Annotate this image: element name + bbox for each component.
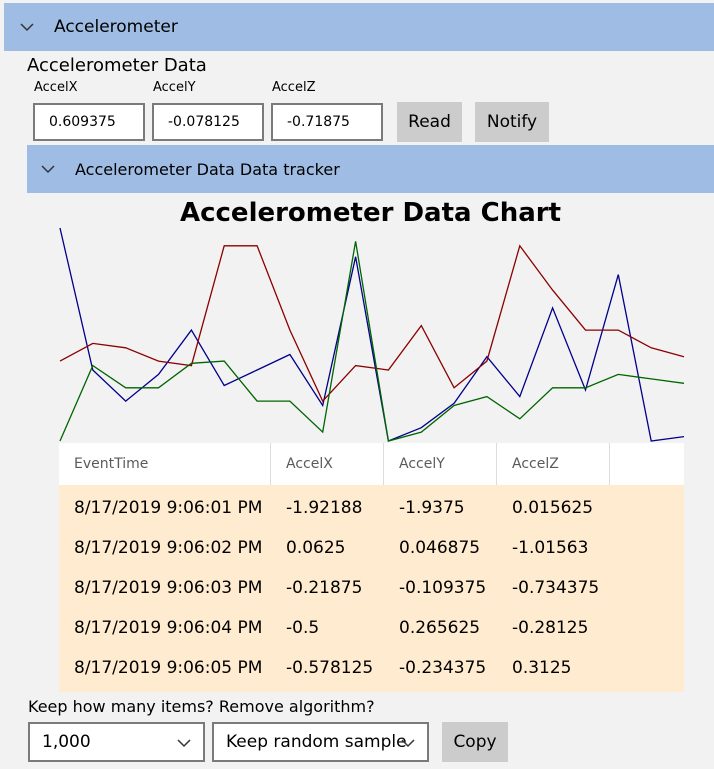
accely-cell: 0.046875 [399,538,481,558]
accely-cell: -0.234375 [399,658,487,678]
accely-cell: 0.265625 [399,618,481,638]
column-header-eventtime[interactable]: EventTime [59,443,271,485]
accelz-cell: 0.3125 [512,658,572,678]
table-row[interactable]: 8/17/2019 9:06:02 PM 0.0625 0.046875 -1.015… [59,528,684,568]
series-line-2 [59,241,685,442]
accelz-cell: -1.01563 [512,538,589,558]
chevron-down-icon [401,739,415,748]
accelx-cell: -0.21875 [286,578,363,598]
data-table: EventTime AccelX AccelY AccelZ 8/17/2019… [59,443,684,692]
chevron-down-icon [177,739,191,748]
accely-cell: -0.109375 [399,578,487,598]
copy-button[interactable]: Copy [442,722,508,762]
accelz-cell: 0.015625 [512,498,594,518]
table-row[interactable]: 8/17/2019 9:06:03 PM -0.21875 -0.109375 -0.… [59,568,684,608]
column-header-accelz[interactable]: AccelZ [497,443,610,485]
eventtime-cell: 8/17/2019 9:06:05 PM [74,658,263,678]
table-row[interactable]: 8/17/2019 9:06:05 PM -0.578125 -0.234375 0.… [59,648,684,688]
series-line-0 [59,227,685,442]
accelx-cell: -1.92188 [286,498,363,518]
keep-count-dropdown[interactable]: 1,000 [28,722,205,762]
accelx-cell: -0.578125 [286,658,374,678]
accelx-cell: 0.0625 [286,538,346,558]
keep-label: Keep how many items? Remove algorithm? [28,697,375,716]
table-body: 8/17/2019 9:06:01 PM -1.92188 -1.9375 0.015… [59,485,684,692]
table-row[interactable]: 8/17/2019 9:06:01 PM -1.92188 -1.9375 0.015… [59,488,684,528]
table-row[interactable]: 8/17/2019 9:06:04 PM -0.5 0.265625 -0.28125 [59,608,684,648]
accelx-cell: -0.5 [286,618,320,638]
keep-count-value: 1,000 [42,732,91,752]
column-header-accely[interactable]: AccelY [384,443,497,485]
eventtime-cell: 8/17/2019 9:06:04 PM [74,618,263,638]
column-header-accelx[interactable]: AccelX [271,443,384,485]
accely-cell: -1.9375 [399,498,465,518]
table-header: EventTime AccelX AccelY AccelZ [59,443,684,485]
column-header-empty [610,443,684,485]
remove-algorithm-dropdown[interactable]: Keep random sample [212,722,429,762]
eventtime-cell: 8/17/2019 9:06:01 PM [74,498,263,518]
accelz-cell: -0.734375 [512,578,600,598]
eventtime-cell: 8/17/2019 9:06:02 PM [74,538,263,558]
accelz-cell: -0.28125 [512,618,589,638]
eventtime-cell: 8/17/2019 9:06:03 PM [74,578,263,598]
remove-algorithm-value: Keep random sample [226,732,407,752]
